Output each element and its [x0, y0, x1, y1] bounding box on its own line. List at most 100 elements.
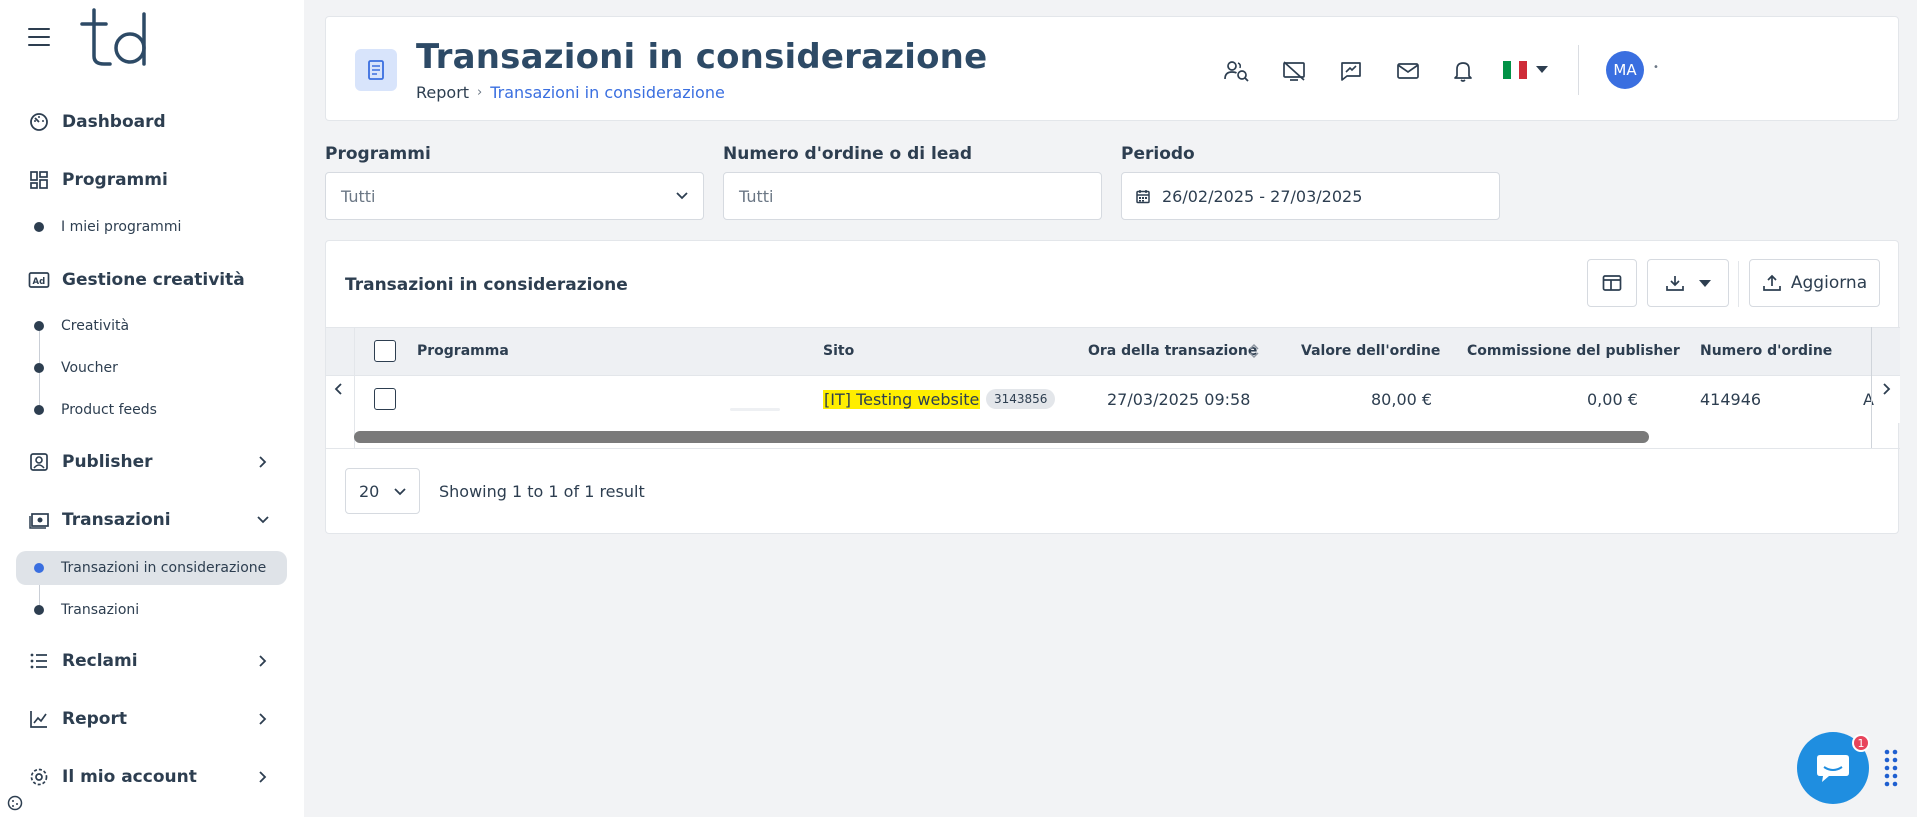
- column-programma[interactable]: Programma: [417, 343, 509, 359]
- bullet-icon: [34, 222, 44, 232]
- bullet-icon: [34, 363, 44, 373]
- money-icon: [28, 509, 50, 531]
- program-logo-placeholder: [730, 408, 780, 411]
- sidebar-subitem-label: Voucher: [61, 360, 118, 376]
- breadcrumb-report[interactable]: Report: [416, 83, 469, 102]
- cell-commissione: 0,00 €: [1587, 390, 1638, 409]
- sidebar-item-label: Publisher: [62, 452, 153, 472]
- sidebar-subitem-i-miei-programmi[interactable]: I miei programmi: [16, 210, 287, 244]
- chat-notification-badge: 1: [1852, 734, 1870, 752]
- select-all-checkbox[interactable]: [374, 340, 396, 362]
- user-menu-indicator: •: [1653, 62, 1659, 73]
- order-number-placeholder: Tutti: [739, 186, 774, 206]
- bullet-icon: [34, 563, 44, 573]
- transactions-card: Transazioni in considerazione Aggiorna P…: [325, 240, 1900, 534]
- sidebar-item-reclami[interactable]: Reclami: [28, 646, 138, 676]
- grid-icon: [28, 169, 50, 191]
- sidebar-subitem-label: Creatività: [61, 318, 130, 334]
- calendar-icon: [1136, 189, 1150, 203]
- cell-overflow: A: [1863, 390, 1874, 409]
- date-range-value: 26/02/2025 - 27/03/2025: [1162, 186, 1363, 206]
- sidebar-subitem-transazioni-in-considerazione[interactable]: Transazioni in considerazione: [16, 551, 287, 585]
- site-id-badge: 3143856: [986, 389, 1056, 409]
- sort-icon[interactable]: [1248, 342, 1260, 360]
- sidebar-subitem-transazioni[interactable]: Transazioni: [16, 593, 287, 627]
- columns-button[interactable]: [1587, 259, 1637, 307]
- column-ora[interactable]: Ora della transazione: [1088, 343, 1257, 359]
- chevron-down-icon[interactable]: [256, 513, 270, 527]
- card-title: Transazioni in considerazione: [345, 275, 628, 295]
- upload-icon: [1763, 274, 1781, 291]
- column-numero[interactable]: Numero d'ordine: [1700, 343, 1832, 359]
- user-search-icon[interactable]: [1223, 57, 1251, 85]
- scroll-left-icon[interactable]: [329, 379, 349, 399]
- caret-down-icon[interactable]: [1536, 66, 1548, 73]
- sidebar: Dashboard Programmi I miei programmi Ad …: [0, 0, 304, 817]
- right-scroll-divider: [1871, 327, 1872, 448]
- toolbar-divider: [1738, 261, 1739, 307]
- sidebar-item-transazioni[interactable]: Transazioni: [28, 505, 171, 535]
- breadcrumb: Report › Transazioni in considerazione: [416, 83, 725, 102]
- column-commissione[interactable]: Commissione del publisher: [1467, 343, 1680, 359]
- italy-flag-icon[interactable]: [1503, 61, 1527, 79]
- sidebar-item-label: Reclami: [62, 651, 138, 671]
- table-header: Programma Sito Ora della transazione Val…: [326, 327, 1900, 375]
- sidebar-subitem-product-feeds[interactable]: Product feeds: [16, 393, 287, 427]
- chevron-right-icon[interactable]: [256, 654, 270, 668]
- chart-message-icon[interactable]: [1337, 57, 1365, 85]
- bullet-icon: [34, 321, 44, 331]
- breadcrumb-current[interactable]: Transazioni in considerazione: [490, 83, 725, 102]
- sidebar-item-publisher[interactable]: Publisher: [28, 447, 153, 477]
- sidebar-item-report[interactable]: Report: [28, 704, 127, 734]
- chart-icon: [28, 708, 50, 730]
- column-valore[interactable]: Valore dell'ordine: [1301, 343, 1440, 359]
- sidebar-item-label: Gestione creatività: [62, 270, 245, 290]
- aggiorna-button[interactable]: Aggiorna: [1749, 259, 1880, 307]
- sidebar-item-label: Report: [62, 709, 127, 729]
- sidebar-item-label: Transazioni: [62, 510, 171, 530]
- column-sito[interactable]: Sito: [823, 343, 854, 359]
- cookie-icon[interactable]: [7, 795, 23, 811]
- sidebar-subitem-label: Transazioni in considerazione: [61, 560, 267, 576]
- download-button[interactable]: [1647, 259, 1729, 307]
- caret-down-icon: [1699, 279, 1711, 287]
- chevron-right-icon[interactable]: [256, 712, 270, 726]
- table-row: [IT] Testing website 3143856 27/03/2025 …: [326, 375, 1900, 423]
- cell-valore: 80,00 €: [1371, 390, 1433, 409]
- sidebar-item-il-mio-account[interactable]: Il mio account: [28, 762, 197, 792]
- drag-handle-icon[interactable]: [1883, 748, 1899, 788]
- page-size-select[interactable]: 20: [345, 468, 420, 514]
- header-divider: [1578, 45, 1579, 95]
- download-icon: [1666, 276, 1684, 291]
- avatar[interactable]: MA: [1606, 51, 1644, 89]
- sidebar-item-dashboard[interactable]: Dashboard: [28, 107, 166, 137]
- chevron-down-icon: [676, 192, 688, 200]
- bullet-icon: [34, 605, 44, 615]
- bell-icon[interactable]: [1449, 57, 1477, 85]
- order-number-input[interactable]: Tutti: [723, 172, 1102, 220]
- chevron-right-icon[interactable]: [256, 455, 270, 469]
- sidebar-item-gestione-creativita[interactable]: Ad Gestione creatività: [28, 265, 245, 295]
- horizontal-scrollbar[interactable]: [354, 431, 1649, 443]
- td-logo: [80, 8, 146, 66]
- screen-off-icon[interactable]: [1280, 57, 1308, 85]
- sidebar-subitem-voucher[interactable]: Voucher: [16, 351, 287, 385]
- sidebar-item-programmi[interactable]: Programmi: [28, 165, 168, 195]
- date-range-picker[interactable]: 26/02/2025 - 27/03/2025: [1121, 172, 1500, 220]
- bullet-icon: [34, 405, 44, 415]
- menu-icon[interactable]: [28, 28, 50, 46]
- aggiorna-label: Aggiorna: [1790, 273, 1868, 293]
- svg-text:Ad: Ad: [33, 277, 46, 287]
- scroll-right-icon[interactable]: [1876, 379, 1896, 399]
- cell-sito: [IT] Testing website: [823, 390, 981, 409]
- sidebar-subitem-creativita[interactable]: Creatività: [16, 309, 287, 343]
- programmi-select[interactable]: Tutti: [325, 172, 704, 220]
- filter-label-ordine: Numero d'ordine o di lead: [723, 144, 973, 164]
- mail-icon[interactable]: [1394, 57, 1422, 85]
- left-scroll-divider: [354, 327, 355, 448]
- page-header: Transazioni in considerazione Report › T…: [325, 16, 1899, 121]
- list-icon: [28, 650, 50, 672]
- row-checkbox[interactable]: [374, 388, 396, 410]
- site-link[interactable]: [IT] Testing website: [823, 390, 981, 409]
- chevron-right-icon[interactable]: [256, 770, 270, 784]
